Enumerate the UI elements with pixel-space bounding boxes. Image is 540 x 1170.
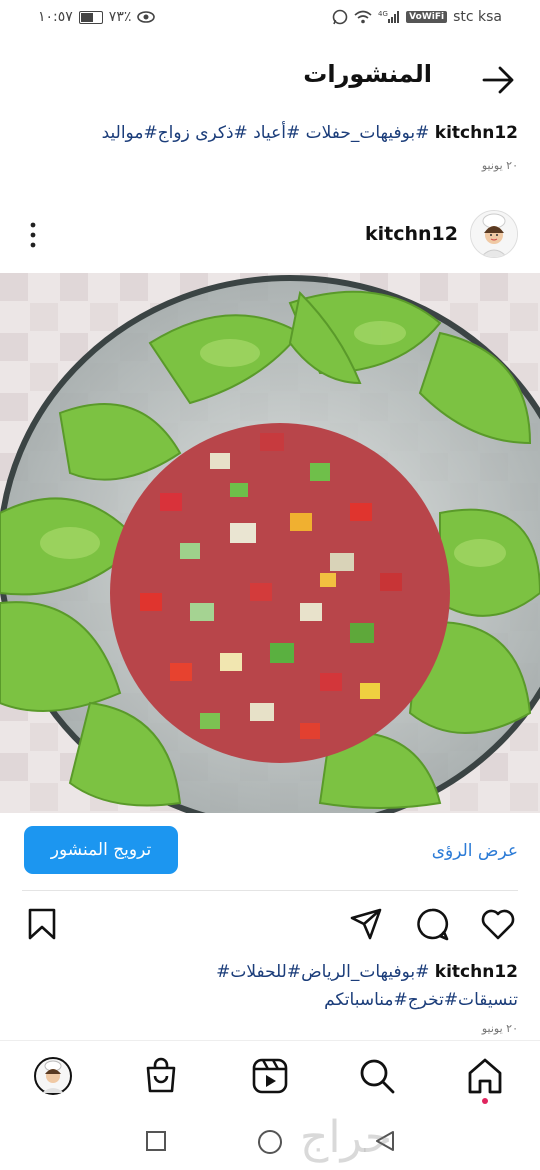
arrow-right-icon[interactable] [480,62,516,98]
caption-username[interactable]: kitchn12 [435,123,518,143]
more-vertical-icon[interactable] [24,220,42,250]
heart-icon[interactable] [480,906,516,942]
previous-post-caption: kitchn12 #بوفيهات_حفلات #أعياد #ذكرى زوا… [102,123,518,143]
vowifi-badge: VoWiFi [406,11,448,23]
caption-username[interactable]: kitchn12 [435,962,518,982]
promote-post-button[interactable]: ترويج المنشور [24,826,178,874]
signal-icon: 4G [378,10,400,23]
watermark: حراج [300,1112,393,1163]
status-right: 4G VoWiFi stc ksa [332,9,502,25]
caption-hashtags[interactable]: #بوفيهات_حفلات #أعياد #ذكرى زواج#مواليد [102,123,430,143]
clock: ١٠:٥٧ [38,9,73,25]
svg-text:4G: 4G [378,10,388,18]
battery-icon [78,10,103,24]
profile-avatar[interactable] [34,1057,72,1095]
caption-line-2[interactable]: تنسيقات#تخرج#مناسباتكم [22,986,518,1014]
system-navigation [0,1110,540,1170]
status-bar: ١٠:٥٧ ٧٣٪ 4G VoWiFi stc ksa [0,0,540,36]
chef-avatar-icon [471,211,517,257]
comment-icon[interactable] [414,906,450,942]
bookmark-icon[interactable] [24,906,60,942]
avatar[interactable] [470,210,518,258]
send-icon[interactable] [348,906,384,942]
post-date: ٢٠ يونيو [481,159,518,172]
battery-percent: ٧٣٪ [108,9,132,25]
page-title: المنشورات [303,60,432,88]
status-left: ١٠:٥٧ ٧٣٪ [38,9,156,25]
post-photo[interactable] [0,273,540,813]
carrier-name: stc ksa [453,9,502,25]
eye-icon [137,11,156,23]
search-icon[interactable] [358,1057,396,1095]
recent-apps-icon[interactable] [145,1130,167,1152]
caption-hashtags[interactable]: #بوفيهات_الرياض#للحفلات# [216,962,429,982]
wifi-icon [354,10,372,24]
divider [22,890,518,891]
notification-dot [482,1098,488,1104]
reels-icon[interactable] [251,1057,289,1095]
whatsapp-icon [332,9,348,25]
view-insights-link[interactable]: عرض الرؤى [432,841,518,861]
caption-line-1: kitchn12 #بوفيهات_الرياض#للحفلات# [22,958,518,986]
post-date: ٢٠ يونيو [481,1022,518,1035]
shop-icon[interactable] [142,1057,180,1095]
bottom-navigation [0,1040,540,1111]
post-username[interactable]: kitchn12 [365,223,458,245]
home-button-icon[interactable] [257,1129,283,1155]
home-icon[interactable] [466,1057,504,1095]
post-caption: kitchn12 #بوفيهات_الرياض#للحفلات# تنسيقا… [22,958,518,1014]
